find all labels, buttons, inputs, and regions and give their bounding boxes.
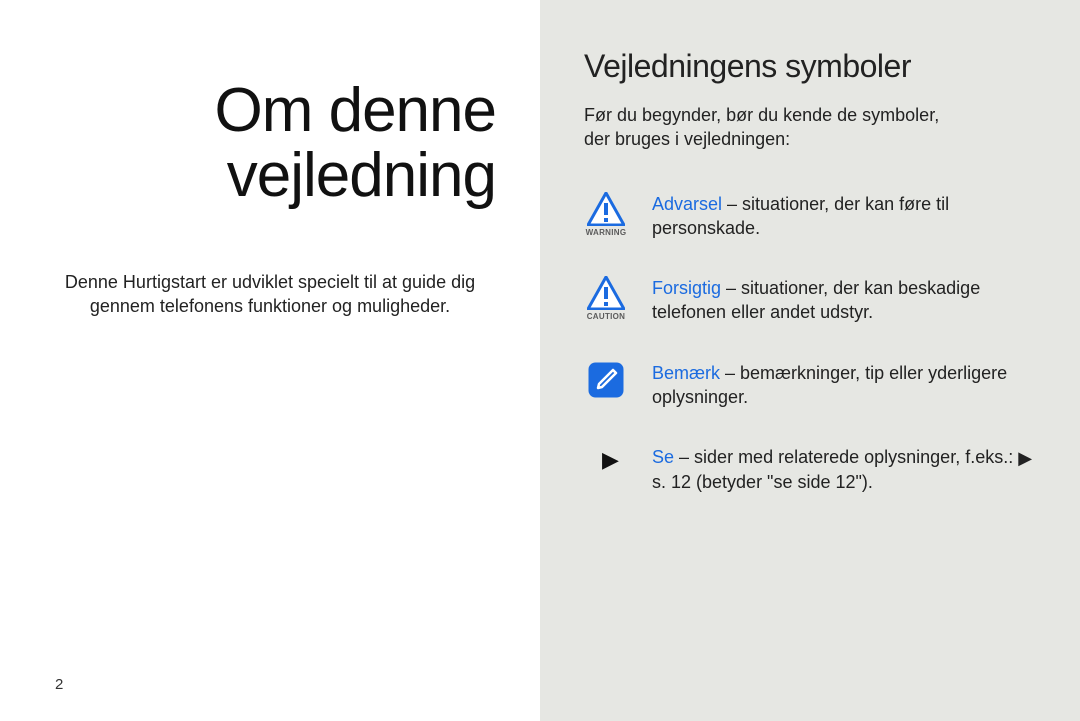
warning-icon: WARNING <box>584 192 628 237</box>
symbol-row-caution: CAUTION Forsigtig – situationer, der kan… <box>584 276 1036 325</box>
section-heading: Vejledningens symboler <box>584 48 1036 85</box>
caution-text: Forsigtig – situationer, der kan beskadi… <box>652 276 1036 325</box>
caution-triangle-icon <box>587 276 625 310</box>
see-inline-arrow-icon: ▶ <box>1018 446 1032 470</box>
caution-caption: CAUTION <box>587 312 626 321</box>
title-line-1: Om denne <box>214 76 496 145</box>
caution-icon: CAUTION <box>584 276 628 321</box>
page-spread: Om denne vejledning Denne Hurtigstart er… <box>0 0 1080 721</box>
caution-dash: – <box>721 278 741 298</box>
note-icon <box>584 361 628 399</box>
warning-term: Advarsel <box>652 194 722 214</box>
note-dash: – <box>720 363 740 383</box>
right-page: Vejledningens symboler Før du begynder, … <box>540 0 1080 721</box>
caution-term: Forsigtig <box>652 278 721 298</box>
note-text: Bemærk – bemærkninger, tip eller yderlig… <box>652 361 1036 410</box>
see-rest-b: s. 12 (betyder "se side 12"). <box>652 472 873 492</box>
section-lead: Før du begynder, bør du kende de symbole… <box>584 103 1036 152</box>
symbol-row-warning: WARNING Advarsel – situationer, der kan … <box>584 192 1036 241</box>
lead-line-1: Før du begynder, bør du kende de symbole… <box>584 105 939 125</box>
intro-line-2: gennem telefonens funktioner og mulighed… <box>90 296 450 316</box>
see-arrow-icon: ▶ <box>602 447 619 473</box>
symbol-row-see: ▶ Se – sider med relaterede oplysninger,… <box>584 445 1036 494</box>
warning-triangle-icon <box>587 192 625 226</box>
note-term: Bemærk <box>652 363 720 383</box>
left-page: Om denne vejledning Denne Hurtigstart er… <box>0 0 540 721</box>
warning-caption: WARNING <box>586 228 627 237</box>
page-title: Om denne vejledning <box>44 78 496 208</box>
see-rest-a: sider med relaterede oplysninger, f.eks.… <box>694 447 1018 467</box>
intro-text: Denne Hurtigstart er udviklet specielt t… <box>44 270 496 319</box>
see-icon: ▶ <box>584 445 628 473</box>
note-pencil-icon <box>587 361 625 399</box>
lead-line-2: der bruges i vejledningen: <box>584 129 790 149</box>
page-number: 2 <box>55 676 63 693</box>
warning-text: Advarsel – situationer, der kan føre til… <box>652 192 1036 241</box>
intro-line-1: Denne Hurtigstart er udviklet specielt t… <box>65 272 475 292</box>
title-line-2: vejledning <box>227 141 496 210</box>
see-term: Se <box>652 447 674 467</box>
symbol-row-note: Bemærk – bemærkninger, tip eller yderlig… <box>584 361 1036 410</box>
warning-dash: – <box>722 194 742 214</box>
see-dash: – <box>674 447 694 467</box>
see-text: Se – sider med relaterede oplysninger, f… <box>652 445 1036 494</box>
